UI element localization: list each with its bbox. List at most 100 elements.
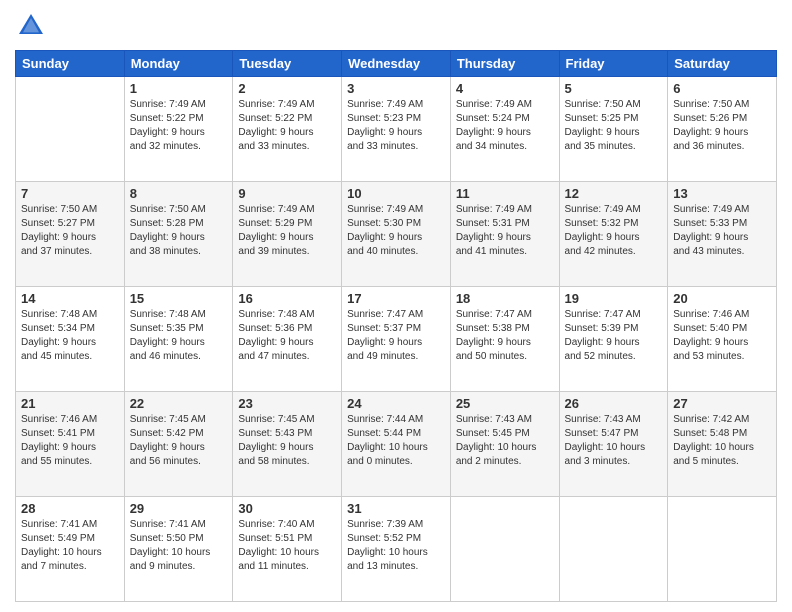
calendar-cell: 20 Sunrise: 7:46 AM Sunset: 5:40 PM Dayli… xyxy=(668,287,777,392)
day-number: 30 xyxy=(238,501,336,516)
calendar-cell: 8 Sunrise: 7:50 AM Sunset: 5:28 PM Daylig… xyxy=(124,182,233,287)
day-info: Sunrise: 7:48 AM Sunset: 5:34 PM Dayligh… xyxy=(21,308,119,364)
day-number: 17 xyxy=(347,291,445,306)
calendar-cell xyxy=(16,77,125,182)
day-number: 22 xyxy=(130,396,228,411)
day-info: Sunrise: 7:46 AM Sunset: 5:41 PM Dayligh… xyxy=(21,413,119,469)
day-info: Sunrise: 7:49 AM Sunset: 5:30 PM Dayligh… xyxy=(347,203,445,259)
day-number: 10 xyxy=(347,186,445,201)
day-info: Sunrise: 7:47 AM Sunset: 5:37 PM Dayligh… xyxy=(347,308,445,364)
calendar-cell: 28 Sunrise: 7:41 AM Sunset: 5:49 PM Dayli… xyxy=(16,497,125,602)
weekday-row: SundayMondayTuesdayWednesdayThursdayFrid… xyxy=(16,51,777,77)
calendar-cell xyxy=(668,497,777,602)
calendar-week-2: 14 Sunrise: 7:48 AM Sunset: 5:34 PM Dayli… xyxy=(16,287,777,392)
day-info: Sunrise: 7:47 AM Sunset: 5:39 PM Dayligh… xyxy=(565,308,663,364)
calendar-cell: 25 Sunrise: 7:43 AM Sunset: 5:45 PM Dayli… xyxy=(450,392,559,497)
day-info: Sunrise: 7:45 AM Sunset: 5:42 PM Dayligh… xyxy=(130,413,228,469)
day-info: Sunrise: 7:49 AM Sunset: 5:32 PM Dayligh… xyxy=(565,203,663,259)
day-info: Sunrise: 7:44 AM Sunset: 5:44 PM Dayligh… xyxy=(347,413,445,469)
day-info: Sunrise: 7:41 AM Sunset: 5:50 PM Dayligh… xyxy=(130,518,228,574)
day-info: Sunrise: 7:39 AM Sunset: 5:52 PM Dayligh… xyxy=(347,518,445,574)
day-info: Sunrise: 7:49 AM Sunset: 5:23 PM Dayligh… xyxy=(347,98,445,154)
day-info: Sunrise: 7:49 AM Sunset: 5:22 PM Dayligh… xyxy=(130,98,228,154)
day-info: Sunrise: 7:49 AM Sunset: 5:29 PM Dayligh… xyxy=(238,203,336,259)
calendar-cell: 11 Sunrise: 7:49 AM Sunset: 5:31 PM Dayli… xyxy=(450,182,559,287)
calendar-cell: 23 Sunrise: 7:45 AM Sunset: 5:43 PM Dayli… xyxy=(233,392,342,497)
calendar: SundayMondayTuesdayWednesdayThursdayFrid… xyxy=(15,50,777,602)
calendar-header: SundayMondayTuesdayWednesdayThursdayFrid… xyxy=(16,51,777,77)
calendar-cell: 30 Sunrise: 7:40 AM Sunset: 5:51 PM Dayli… xyxy=(233,497,342,602)
day-info: Sunrise: 7:41 AM Sunset: 5:49 PM Dayligh… xyxy=(21,518,119,574)
weekday-header-tuesday: Tuesday xyxy=(233,51,342,77)
day-info: Sunrise: 7:42 AM Sunset: 5:48 PM Dayligh… xyxy=(673,413,771,469)
day-number: 14 xyxy=(21,291,119,306)
day-number: 15 xyxy=(130,291,228,306)
day-number: 24 xyxy=(347,396,445,411)
day-info: Sunrise: 7:43 AM Sunset: 5:45 PM Dayligh… xyxy=(456,413,554,469)
day-info: Sunrise: 7:49 AM Sunset: 5:33 PM Dayligh… xyxy=(673,203,771,259)
logo-icon xyxy=(15,10,47,42)
weekday-header-monday: Monday xyxy=(124,51,233,77)
day-number: 21 xyxy=(21,396,119,411)
weekday-header-sunday: Sunday xyxy=(16,51,125,77)
day-number: 8 xyxy=(130,186,228,201)
calendar-cell: 17 Sunrise: 7:47 AM Sunset: 5:37 PM Dayli… xyxy=(342,287,451,392)
day-info: Sunrise: 7:50 AM Sunset: 5:28 PM Dayligh… xyxy=(130,203,228,259)
day-number: 16 xyxy=(238,291,336,306)
day-info: Sunrise: 7:46 AM Sunset: 5:40 PM Dayligh… xyxy=(673,308,771,364)
calendar-cell: 15 Sunrise: 7:48 AM Sunset: 5:35 PM Dayli… xyxy=(124,287,233,392)
calendar-cell: 16 Sunrise: 7:48 AM Sunset: 5:36 PM Dayli… xyxy=(233,287,342,392)
calendar-week-4: 28 Sunrise: 7:41 AM Sunset: 5:49 PM Dayli… xyxy=(16,497,777,602)
day-number: 27 xyxy=(673,396,771,411)
calendar-week-0: 1 Sunrise: 7:49 AM Sunset: 5:22 PM Daylig… xyxy=(16,77,777,182)
weekday-header-wednesday: Wednesday xyxy=(342,51,451,77)
calendar-cell: 31Sunrise: 7:39 AM Sunset: 5:52 PM Dayli… xyxy=(342,497,451,602)
calendar-cell: 27 Sunrise: 7:42 AM Sunset: 5:48 PM Dayli… xyxy=(668,392,777,497)
day-number: 6 xyxy=(673,81,771,96)
day-number: 7 xyxy=(21,186,119,201)
day-number: 23 xyxy=(238,396,336,411)
day-info: Sunrise: 7:43 AM Sunset: 5:47 PM Dayligh… xyxy=(565,413,663,469)
calendar-cell: 1 Sunrise: 7:49 AM Sunset: 5:22 PM Daylig… xyxy=(124,77,233,182)
day-number: 4 xyxy=(456,81,554,96)
day-number: 20 xyxy=(673,291,771,306)
day-number: 19 xyxy=(565,291,663,306)
calendar-cell: 21 Sunrise: 7:46 AM Sunset: 5:41 PM Dayli… xyxy=(16,392,125,497)
day-info: Sunrise: 7:50 AM Sunset: 5:26 PM Dayligh… xyxy=(673,98,771,154)
weekday-header-saturday: Saturday xyxy=(668,51,777,77)
day-number: 18 xyxy=(456,291,554,306)
calendar-cell: 7 Sunrise: 7:50 AM Sunset: 5:27 PM Daylig… xyxy=(16,182,125,287)
day-number: 9 xyxy=(238,186,336,201)
day-number: 13 xyxy=(673,186,771,201)
day-info: Sunrise: 7:48 AM Sunset: 5:36 PM Dayligh… xyxy=(238,308,336,364)
calendar-week-3: 21 Sunrise: 7:46 AM Sunset: 5:41 PM Dayli… xyxy=(16,392,777,497)
calendar-cell: 24 Sunrise: 7:44 AM Sunset: 5:44 PM Dayli… xyxy=(342,392,451,497)
day-info: Sunrise: 7:40 AM Sunset: 5:51 PM Dayligh… xyxy=(238,518,336,574)
day-info: Sunrise: 7:50 AM Sunset: 5:27 PM Dayligh… xyxy=(21,203,119,259)
calendar-cell: 6 Sunrise: 7:50 AM Sunset: 5:26 PM Daylig… xyxy=(668,77,777,182)
day-info: Sunrise: 7:49 AM Sunset: 5:31 PM Dayligh… xyxy=(456,203,554,259)
calendar-cell xyxy=(450,497,559,602)
day-number: 29 xyxy=(130,501,228,516)
day-number: 28 xyxy=(21,501,119,516)
day-number: 3 xyxy=(347,81,445,96)
calendar-cell: 22 Sunrise: 7:45 AM Sunset: 5:42 PM Dayli… xyxy=(124,392,233,497)
day-info: Sunrise: 7:49 AM Sunset: 5:22 PM Dayligh… xyxy=(238,98,336,154)
day-number: 25 xyxy=(456,396,554,411)
day-number: 11 xyxy=(456,186,554,201)
day-info: Sunrise: 7:45 AM Sunset: 5:43 PM Dayligh… xyxy=(238,413,336,469)
calendar-cell: 5Sunrise: 7:50 AM Sunset: 5:25 PM Daylig… xyxy=(559,77,668,182)
calendar-cell: 13 Sunrise: 7:49 AM Sunset: 5:33 PM Dayli… xyxy=(668,182,777,287)
calendar-cell: 3 Sunrise: 7:49 AM Sunset: 5:23 PM Daylig… xyxy=(342,77,451,182)
day-info: Sunrise: 7:48 AM Sunset: 5:35 PM Dayligh… xyxy=(130,308,228,364)
day-number: 1 xyxy=(130,81,228,96)
day-number: 2 xyxy=(238,81,336,96)
calendar-cell: 2 Sunrise: 7:49 AM Sunset: 5:22 PM Daylig… xyxy=(233,77,342,182)
calendar-week-1: 7 Sunrise: 7:50 AM Sunset: 5:27 PM Daylig… xyxy=(16,182,777,287)
weekday-header-thursday: Thursday xyxy=(450,51,559,77)
calendar-cell: 26Sunrise: 7:43 AM Sunset: 5:47 PM Dayli… xyxy=(559,392,668,497)
calendar-cell: 10 Sunrise: 7:49 AM Sunset: 5:30 PM Dayli… xyxy=(342,182,451,287)
day-info: Sunrise: 7:47 AM Sunset: 5:38 PM Dayligh… xyxy=(456,308,554,364)
calendar-cell xyxy=(559,497,668,602)
page: SundayMondayTuesdayWednesdayThursdayFrid… xyxy=(0,0,792,612)
